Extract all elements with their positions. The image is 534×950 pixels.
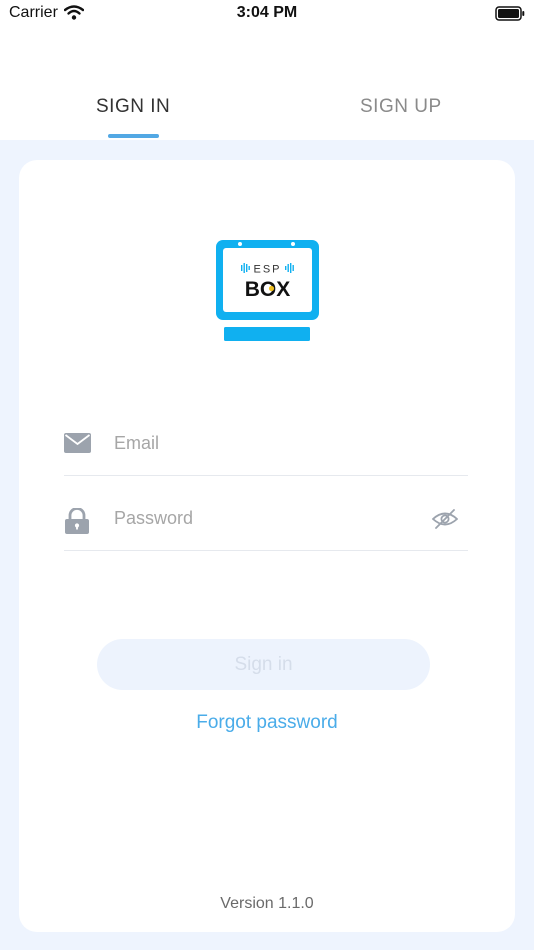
forgot-password-link[interactable]: Forgot password xyxy=(19,712,515,734)
tab-bar: SIGN IN SIGN UP xyxy=(0,30,534,140)
esp-box-logo: ESP BOX xyxy=(214,238,321,349)
svg-text:ESP: ESP xyxy=(253,264,281,276)
mail-icon xyxy=(64,433,91,458)
clock: 3:04 PM xyxy=(236,4,298,21)
sign-in-card: ESP BOX Email Sign in Forgot password Ve… xyxy=(19,160,515,932)
lock-icon xyxy=(64,507,90,539)
password-input[interactable] xyxy=(114,506,414,530)
tab-sign-up[interactable]: SIGN UP xyxy=(360,96,442,118)
status-bar: Carrier 3:04 PM xyxy=(0,0,534,30)
svg-text:BOX: BOX xyxy=(245,278,291,301)
version-label: Version 1.1.0 xyxy=(220,895,314,912)
active-tab-indicator xyxy=(108,134,159,138)
email-input[interactable] xyxy=(114,431,414,455)
password-field xyxy=(64,490,468,551)
sign-in-button[interactable]: Sign in xyxy=(97,639,430,690)
eye-hidden-icon[interactable] xyxy=(431,509,459,534)
tab-sign-in[interactable]: SIGN IN xyxy=(96,96,170,118)
email-field xyxy=(64,415,468,476)
battery-icon xyxy=(495,6,525,26)
